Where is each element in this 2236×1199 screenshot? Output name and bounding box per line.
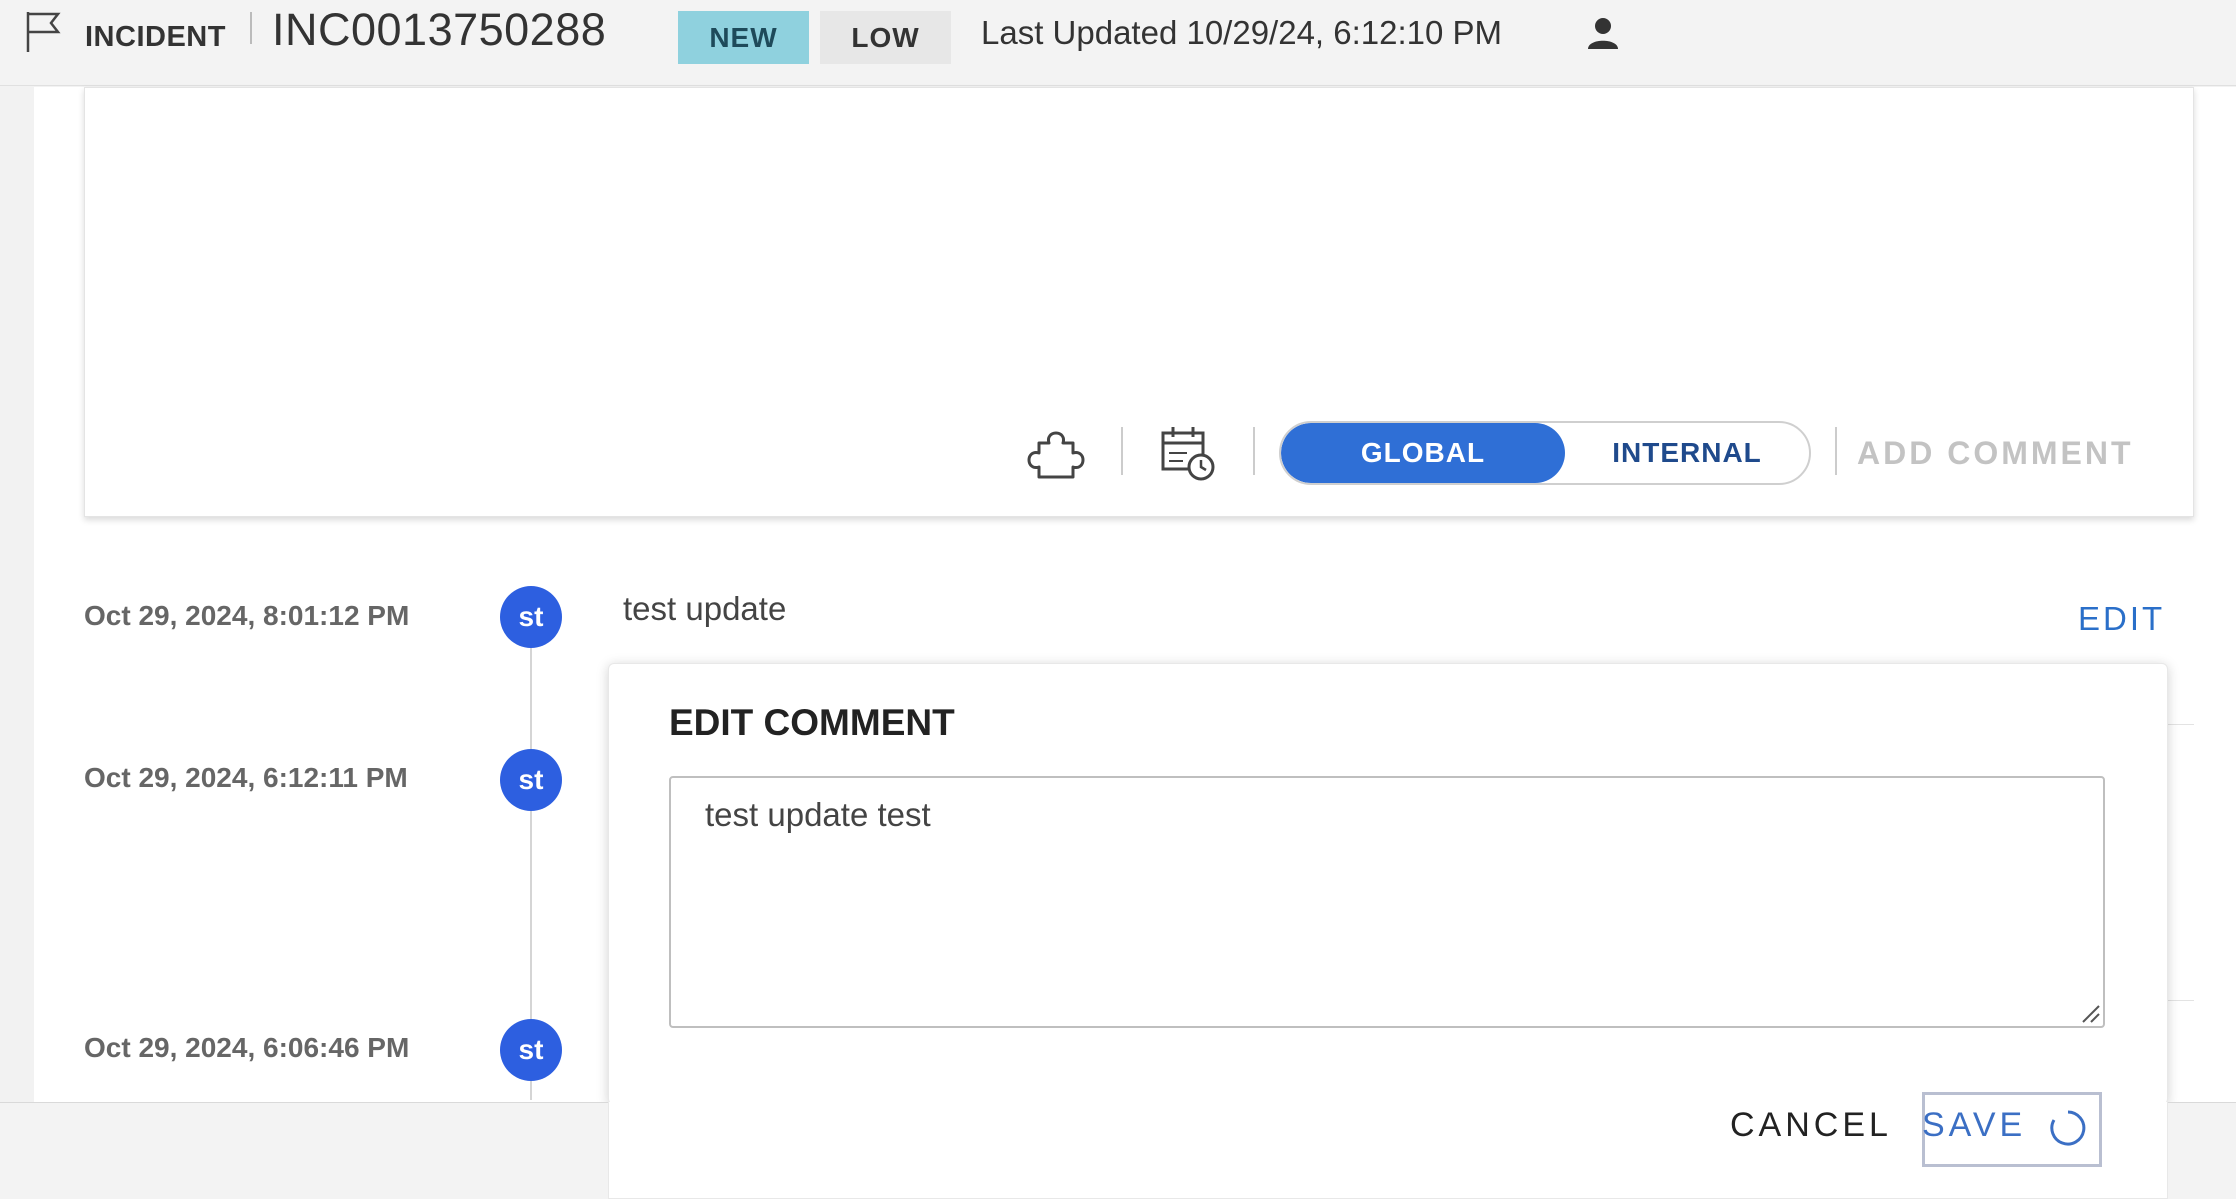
edit-comment-dialog: EDIT COMMENT test update test — [608, 663, 2168, 1105]
calendar-clock-icon[interactable] — [1157, 423, 1219, 485]
add-comment-button[interactable]: ADD COMMENT — [1857, 435, 2134, 472]
last-updated-text: Last Updated 10/29/24, 6:12:10 PM — [981, 14, 1503, 51]
state-badge: NEW — [678, 11, 809, 64]
entry-timestamp: Oct 29, 2024, 6:06:46 PM — [84, 1032, 410, 1063]
resize-handle-icon[interactable] — [2079, 1002, 2101, 1024]
puzzle-icon[interactable] — [1025, 423, 1087, 485]
record-type-label: INCIDENT — [85, 21, 226, 53]
header-divider — [250, 12, 252, 44]
toolbar-divider — [1835, 427, 1837, 475]
visibility-toggle: GLOBAL INTERNAL — [1279, 421, 1811, 485]
toolbar-divider — [1253, 427, 1255, 475]
dialog-title: EDIT COMMENT — [669, 702, 955, 743]
entry-timestamp: Oct 29, 2024, 6:12:11 PM — [84, 762, 408, 793]
spinner-icon — [2050, 1110, 2086, 1146]
avatar: st — [500, 586, 562, 648]
priority-badge: LOW — [820, 11, 951, 64]
entry-timestamp: Oct 29, 2024, 8:01:12 PM — [84, 600, 410, 631]
compose-card: GLOBAL INTERNAL ADD COMMENT — [84, 87, 2194, 517]
comment-compose-area[interactable] — [85, 88, 2193, 394]
toolbar-divider — [1121, 427, 1123, 475]
edit-link[interactable]: EDIT — [2078, 600, 2165, 638]
record-header: INCIDENT INC0013750288 NEW LOW Last Upda… — [0, 0, 2236, 86]
flag-icon — [26, 12, 61, 52]
compose-toolbar: GLOBAL INTERNAL ADD COMMENT — [85, 393, 2193, 516]
cancel-button[interactable]: CANCEL — [1730, 1106, 1892, 1145]
comment-edit-field[interactable]: test update test — [669, 776, 2105, 1028]
save-label: SAVE — [1922, 1106, 2027, 1144]
global-option[interactable]: GLOBAL — [1281, 423, 1565, 483]
incident-number: INC0013750288 — [272, 4, 607, 55]
internal-option[interactable]: INTERNAL — [1565, 423, 1809, 483]
avatar: st — [500, 1019, 562, 1081]
left-rail — [0, 87, 35, 1101]
avatar: st — [500, 749, 562, 811]
comment-text: test update — [623, 590, 787, 627]
user-icon[interactable] — [1586, 16, 1620, 50]
